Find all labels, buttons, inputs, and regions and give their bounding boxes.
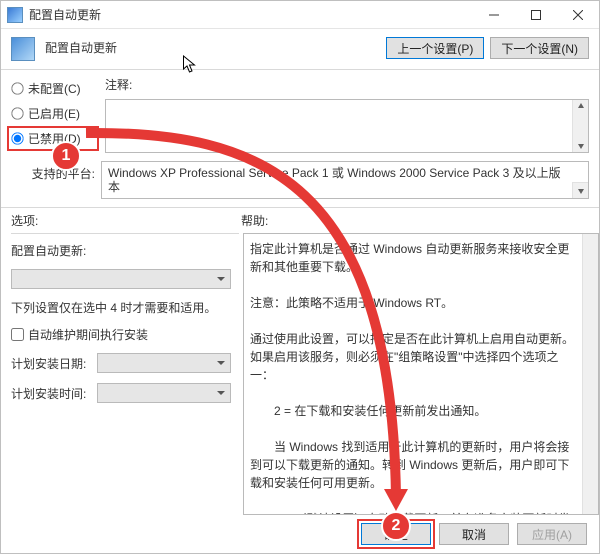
prev-setting-button[interactable]: 上一个设置(P) xyxy=(386,37,484,59)
radio-input[interactable] xyxy=(11,132,23,144)
minimize-button[interactable] xyxy=(473,1,515,28)
install-time-row: 计划安装时间: xyxy=(11,383,231,403)
options-header: 选项: xyxy=(11,212,241,229)
window-title: 配置自动更新 xyxy=(29,6,473,23)
state-radios: 未配置(C) 已启用(E) 已禁用(D) xyxy=(11,76,95,153)
install-time-label: 计划安装时间: xyxy=(11,385,91,402)
install-date-dropdown[interactable] xyxy=(97,353,231,373)
maximize-button[interactable] xyxy=(515,1,557,28)
section-headers: 选项: 帮助: xyxy=(1,208,599,233)
scroll-up-icon xyxy=(577,102,585,110)
radio-input[interactable] xyxy=(11,82,23,94)
chevron-down-icon xyxy=(577,187,585,195)
help-text-panel[interactable]: 指定此计算机是否通过 Windows 自动更新服务来接收安全更新和其他重要下载。… xyxy=(243,233,599,515)
help-paragraph: 2 = 在下载和安装任何更新前发出通知。 xyxy=(250,402,578,420)
help-paragraph: 通过使用此设置，可以指定是否在此计算机上启用自动更新。如果启用该服务，则必须在"… xyxy=(250,330,578,384)
help-paragraph: 当 Windows 找到适用于此计算机的更新时，用户将会接到可以下载更新的通知。… xyxy=(250,438,578,492)
policy-icon xyxy=(11,37,35,61)
dialog-footer: 确定 取消 应用(A) xyxy=(1,515,599,553)
titlebar: 配置自动更新 xyxy=(1,1,599,29)
radio-input[interactable] xyxy=(11,107,23,119)
main-split: 配置自动更新: 下列设置仅在选中 4 时才需要和适用。 自动维护期间执行安装 计… xyxy=(1,233,599,515)
help-header: 帮助: xyxy=(241,212,268,229)
config-row: 未配置(C) 已启用(E) 已禁用(D) 注释: xyxy=(1,70,599,157)
help-scrollbar[interactable] xyxy=(582,234,598,514)
help-paragraph: 注意：此策略不适用于 Windows RT。 xyxy=(250,294,578,312)
window-controls xyxy=(473,1,599,28)
maintenance-checkbox-row[interactable]: 自动维护期间执行安装 xyxy=(11,326,231,343)
next-setting-button[interactable]: 下一个设置(N) xyxy=(490,37,589,59)
install-time-dropdown[interactable] xyxy=(97,383,231,403)
apply-button[interactable]: 应用(A) xyxy=(517,523,587,545)
platform-label: 支持的平台: xyxy=(11,161,95,199)
policy-title: 配置自动更新 xyxy=(45,35,376,56)
radio-disabled[interactable]: 已禁用(D) xyxy=(11,130,95,147)
scroll-down-icon xyxy=(577,142,585,150)
radio-enabled[interactable]: 已启用(E) xyxy=(11,105,95,122)
options-panel: 配置自动更新: 下列设置仅在选中 4 时才需要和适用。 自动维护期间执行安装 计… xyxy=(11,233,239,515)
ok-button[interactable]: 确定 xyxy=(361,523,431,545)
platform-box[interactable]: Windows XP Professional Service Pack 1 或… xyxy=(101,161,589,199)
cancel-button[interactable]: 取消 xyxy=(439,523,509,545)
comment-textarea[interactable] xyxy=(105,99,589,153)
radio-not-configured[interactable]: 未配置(C) xyxy=(11,80,95,97)
maintenance-checkbox[interactable] xyxy=(11,328,24,341)
help-paragraph: 指定此计算机是否通过 Windows 自动更新服务来接收安全更新和其他重要下载。 xyxy=(250,240,578,276)
scrollbar[interactable] xyxy=(572,100,588,152)
comment-label: 注释: xyxy=(105,76,589,93)
app-icon xyxy=(7,7,23,23)
update-mode-dropdown[interactable] xyxy=(11,269,231,289)
options-note: 下列设置仅在选中 4 时才需要和适用。 xyxy=(11,299,231,316)
gpo-dialog: 配置自动更新 配置自动更新 上一个设置(P) 下一个设置(N) 未配置(C) 已… xyxy=(0,0,600,554)
header-section: 配置自动更新 上一个设置(P) 下一个设置(N) xyxy=(1,29,599,69)
scroll-down-button[interactable] xyxy=(572,182,588,198)
platform-row: 支持的平台: Windows XP Professional Service P… xyxy=(1,157,599,207)
install-date-row: 计划安装日期: xyxy=(11,353,231,373)
group-title: 配置自动更新: xyxy=(11,242,231,259)
close-button[interactable] xyxy=(557,1,599,28)
install-date-label: 计划安装日期: xyxy=(11,355,91,372)
